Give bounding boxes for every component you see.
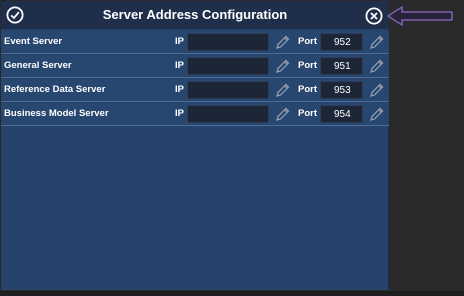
edit-port-pencil-icon[interactable] — [369, 82, 385, 98]
confirm-check-icon[interactable] — [6, 6, 24, 24]
port-input[interactable] — [320, 33, 363, 51]
edit-port-pencil-icon[interactable] — [369, 106, 385, 122]
edit-ip-pencil-icon[interactable] — [275, 58, 291, 74]
dialog-titlebar: Server Address Configuration — [1, 1, 389, 29]
server-row-reference-data: Reference Data Server IP Port — [1, 79, 389, 102]
port-label: Port — [298, 36, 317, 47]
dialog-title: Server Address Configuration — [102, 7, 288, 22]
ip-label: IP — [175, 84, 184, 95]
window-bottom-edge — [0, 291, 464, 296]
port-input[interactable] — [320, 57, 363, 75]
port-input[interactable] — [320, 105, 363, 123]
server-config-dialog: Server Address Configuration Event Serve… — [1, 1, 389, 290]
ip-input[interactable] — [187, 33, 269, 51]
server-name: General Server — [4, 60, 72, 71]
annotation-arrow-icon — [387, 6, 453, 26]
ip-label: IP — [175, 108, 184, 119]
port-label: Port — [298, 84, 317, 95]
port-label: Port — [298, 60, 317, 71]
edit-ip-pencil-icon[interactable] — [275, 82, 291, 98]
ip-label: IP — [175, 60, 184, 71]
server-name: Reference Data Server — [4, 84, 106, 95]
server-row-business-model: Business Model Server IP Port — [1, 103, 389, 126]
server-row-general: General Server IP Port — [1, 55, 389, 78]
edit-port-pencil-icon[interactable] — [369, 58, 385, 74]
ip-label: IP — [175, 36, 184, 47]
ip-input[interactable] — [187, 57, 269, 75]
ip-input[interactable] — [187, 81, 269, 99]
close-icon[interactable] — [365, 7, 383, 25]
edit-port-pencil-icon[interactable] — [369, 34, 385, 50]
ip-input[interactable] — [187, 105, 269, 123]
edit-ip-pencil-icon[interactable] — [275, 106, 291, 122]
edit-ip-pencil-icon[interactable] — [275, 34, 291, 50]
server-name: Business Model Server — [4, 108, 109, 119]
port-input[interactable] — [320, 81, 363, 99]
port-label: Port — [298, 108, 317, 119]
server-name: Event Server — [4, 36, 63, 47]
server-row-event: Event Server IP Port — [1, 31, 389, 54]
